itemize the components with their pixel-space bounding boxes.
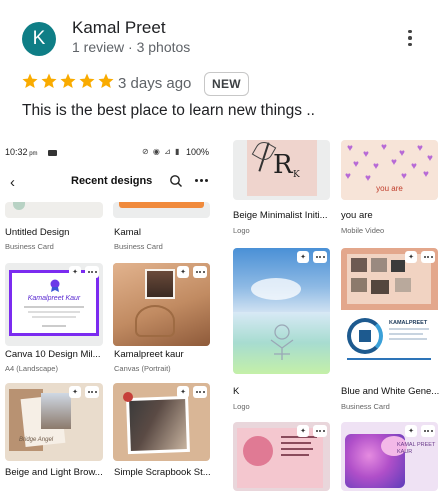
- thumb-more-icon[interactable]: [193, 386, 207, 398]
- heart-icon: ♥: [423, 169, 429, 180]
- star-icon: [60, 73, 76, 88]
- avatar-letter: K: [32, 28, 46, 49]
- review-text: This is the best place to learn new thin…: [22, 102, 315, 119]
- thumb-more-icon[interactable]: [421, 425, 435, 437]
- share-icon[interactable]: ✦: [405, 425, 417, 437]
- heart-icon: ♥: [411, 161, 417, 172]
- thumb-more-icon[interactable]: [421, 251, 435, 263]
- share-icon[interactable]: ✦: [69, 386, 81, 398]
- design-title[interactable]: Kamal: [114, 227, 141, 238]
- design-title[interactable]: Untitled Design: [5, 227, 69, 238]
- design-thumb[interactable]: [113, 202, 210, 218]
- logo-mark-icon: [270, 324, 294, 360]
- heart-icon: ♥: [381, 142, 387, 153]
- design-type: Mobile Video: [341, 226, 385, 235]
- heart-icon: ♥: [391, 157, 397, 168]
- back-arrow-icon[interactable]: ‹: [10, 174, 15, 191]
- design-title[interactable]: K: [233, 386, 239, 397]
- reviewer-meta: 1 review · 3 photos: [72, 39, 191, 55]
- more-icon[interactable]: [195, 179, 208, 182]
- design-type: Logo: [233, 226, 250, 235]
- design-type: Business Card: [341, 402, 390, 411]
- design-thumb[interactable]: ✦: [113, 263, 210, 346]
- status-time: 10:32 pm: [5, 147, 38, 157]
- new-badge: NEW: [204, 72, 249, 96]
- design-thumb[interactable]: ♥ ♥ ♥ ♥ ♥ ♥ ♥ ♥ ♥ ♥ ♥ ♥ ♥ ♥ you are: [341, 140, 438, 200]
- design-type: Logo: [233, 402, 250, 411]
- design-type: Business Card: [114, 242, 163, 251]
- heart-icon: ♥: [363, 149, 369, 160]
- design-thumb[interactable]: KAMAL PREET KAUR ✦: [341, 422, 438, 491]
- card-name: KAMALPREET: [389, 320, 428, 326]
- design-title[interactable]: Canva 10 Design Mil...: [5, 349, 101, 360]
- design-thumb[interactable]: Bridge Angel ✦: [5, 383, 103, 461]
- design-thumb[interactable]: ✦: [113, 383, 210, 461]
- thumb-more-icon[interactable]: [313, 251, 327, 263]
- design-thumb[interactable]: ✦: [233, 422, 330, 491]
- battery-level: 100%: [186, 147, 210, 157]
- review-photo-2[interactable]: R K ♥ ♥ ♥ ♥ ♥ ♥ ♥ ♥ ♥ ♥ ♥ ♥ ♥ ♥ you are Beige Minimal…: [225, 140, 446, 491]
- share-icon[interactable]: ✦: [297, 425, 309, 437]
- heart-icon: ♥: [365, 173, 371, 184]
- star-icon: [41, 73, 57, 88]
- star-icon: [79, 73, 95, 88]
- design-thumb[interactable]: [5, 202, 103, 218]
- search-icon[interactable]: [169, 174, 183, 188]
- star-icon: [22, 73, 38, 88]
- status-icons: ⊘ ◉ ⊿ ▮: [142, 147, 181, 156]
- heart-icon: ♥: [347, 143, 353, 154]
- more-options-icon[interactable]: [400, 28, 420, 48]
- thumb-more-icon[interactable]: [85, 386, 99, 398]
- avatar[interactable]: K: [22, 22, 56, 56]
- design-thumb[interactable]: ✦: [233, 248, 330, 374]
- design-title[interactable]: Beige Minimalist Initi...: [233, 210, 328, 221]
- design-title[interactable]: Beige and Light Brow...: [5, 467, 103, 478]
- star-rating: [21, 72, 115, 90]
- screen-title: Recent designs: [71, 175, 153, 187]
- share-icon[interactable]: ✦: [177, 266, 189, 278]
- design-thumb[interactable]: KAMALPREET ✦: [341, 248, 438, 374]
- share-icon[interactable]: ✦: [405, 251, 417, 263]
- share-icon[interactable]: ✦: [177, 386, 189, 398]
- heart-icon: ♥: [373, 161, 379, 172]
- heart-icon: ♥: [399, 148, 405, 159]
- thumb-more-icon[interactable]: [193, 266, 207, 278]
- reviewer-name[interactable]: Kamal Preet: [72, 18, 166, 38]
- certificate-name: Kamalpreet Kaur: [27, 295, 81, 302]
- design-title[interactable]: you are: [341, 210, 373, 221]
- design-title[interactable]: Simple Scrapbook St...: [114, 467, 211, 478]
- video-text: you are: [376, 184, 403, 193]
- design-thumb[interactable]: R K: [233, 140, 330, 200]
- heart-icon: ♥: [417, 143, 423, 154]
- share-icon[interactable]: ✦: [69, 266, 81, 278]
- review-photo-1[interactable]: 10:32 pm ⊘ ◉ ⊿ ▮ 100% ‹ Recent designs U…: [0, 140, 220, 491]
- thumb-more-icon[interactable]: [313, 425, 327, 437]
- design-type: Business Card: [5, 242, 54, 251]
- thumb-more-icon[interactable]: [85, 266, 99, 278]
- award-icon: [50, 279, 60, 292]
- heart-icon: ♥: [345, 171, 351, 182]
- star-icon: [98, 73, 114, 88]
- logo-letter: R: [273, 150, 293, 180]
- review-date: 3 days ago: [118, 75, 192, 92]
- design-type: A4 (Landscape): [5, 364, 58, 373]
- design-thumb[interactable]: Kamalpreet Kaur ✦: [5, 263, 103, 346]
- heart-icon: ♥: [401, 171, 407, 182]
- share-icon[interactable]: ✦: [297, 251, 309, 263]
- heart-icon: ♥: [427, 153, 433, 164]
- design-title[interactable]: Kamalpreet kaur: [114, 349, 184, 360]
- design-type: Canvas (Portrait): [114, 364, 171, 373]
- recording-icon: [48, 150, 57, 156]
- design-title[interactable]: Blue and White Gene...: [341, 386, 439, 397]
- heart-icon: ♥: [353, 159, 359, 170]
